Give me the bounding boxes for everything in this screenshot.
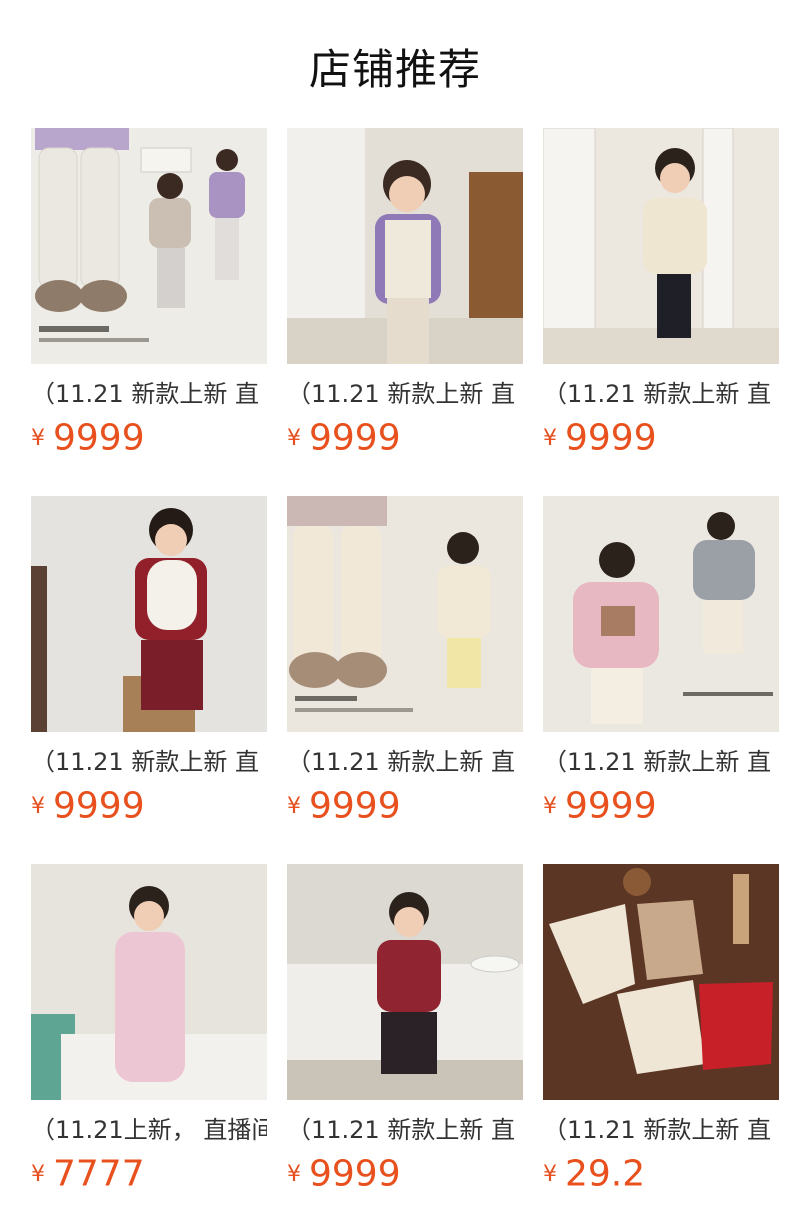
product-card[interactable]: （11.21 新款上新 直 ¥9999 bbox=[543, 496, 779, 828]
currency-symbol: ¥ bbox=[287, 1161, 301, 1187]
product-name[interactable]: （11.21 新款上新 直 bbox=[287, 1114, 523, 1146]
product-price: ¥29.2 bbox=[543, 1152, 779, 1196]
product-card[interactable]: （11.21 新款上新 直 ¥9999 bbox=[31, 128, 267, 460]
product-name[interactable]: （11.21 新款上新 直 bbox=[287, 746, 523, 778]
currency-symbol: ¥ bbox=[543, 425, 557, 451]
currency-symbol: ¥ bbox=[31, 1161, 45, 1187]
price-value: 9999 bbox=[53, 785, 145, 827]
product-image[interactable] bbox=[287, 496, 523, 732]
price-value: 9999 bbox=[53, 417, 145, 459]
product-image[interactable] bbox=[543, 864, 779, 1100]
product-name[interactable]: （11.21 新款上新 直 bbox=[31, 746, 267, 778]
product-price: ¥9999 bbox=[287, 416, 523, 460]
product-price: ¥9999 bbox=[31, 416, 267, 460]
product-image[interactable] bbox=[287, 864, 523, 1100]
price-value: 9999 bbox=[565, 417, 657, 459]
product-card[interactable]: （11.21 新款上新 直 ¥9999 bbox=[287, 864, 523, 1196]
product-card[interactable]: （11.21 新款上新 直 ¥29.2 bbox=[543, 864, 779, 1196]
product-name[interactable]: （11.21 新款上新 直 bbox=[287, 378, 523, 410]
product-image[interactable] bbox=[31, 128, 267, 364]
page-title: 店铺推荐 bbox=[308, 45, 481, 94]
product-image[interactable] bbox=[543, 128, 779, 364]
price-value: 9999 bbox=[309, 1153, 401, 1195]
price-value: 9999 bbox=[309, 785, 401, 827]
product-price: ¥9999 bbox=[31, 784, 267, 828]
product-image[interactable] bbox=[31, 496, 267, 732]
price-value: 9999 bbox=[565, 785, 657, 827]
currency-symbol: ¥ bbox=[543, 1161, 557, 1187]
product-name[interactable]: （11.21 新款上新 直 bbox=[543, 746, 779, 778]
product-price: ¥9999 bbox=[287, 784, 523, 828]
product-image[interactable] bbox=[543, 496, 779, 732]
product-card[interactable]: （11.21 新款上新 直 ¥9999 bbox=[287, 128, 523, 460]
product-name[interactable]: （11.21上新， 直播间 bbox=[31, 1114, 267, 1146]
product-price: ¥9999 bbox=[287, 1152, 523, 1196]
product-card[interactable]: （11.21 新款上新 直 ¥9999 bbox=[31, 496, 267, 828]
product-image[interactable] bbox=[31, 864, 267, 1100]
product-card[interactable]: （11.21 新款上新 直 ¥9999 bbox=[287, 496, 523, 828]
product-card[interactable]: （11.21 新款上新 直 ¥9999 bbox=[543, 128, 779, 460]
product-price: ¥9999 bbox=[543, 784, 779, 828]
currency-symbol: ¥ bbox=[543, 793, 557, 819]
product-image[interactable] bbox=[287, 128, 523, 364]
currency-symbol: ¥ bbox=[287, 793, 301, 819]
currency-symbol: ¥ bbox=[31, 425, 45, 451]
product-price: ¥7777 bbox=[31, 1152, 267, 1196]
price-value: 29.2 bbox=[565, 1153, 646, 1195]
product-name[interactable]: （11.21 新款上新 直 bbox=[543, 378, 779, 410]
product-name[interactable]: （11.21 新款上新 直 bbox=[31, 378, 267, 410]
product-card[interactable]: （11.21上新， 直播间 ¥7777 bbox=[31, 864, 267, 1196]
product-name[interactable]: （11.21 新款上新 直 bbox=[543, 1114, 779, 1146]
currency-symbol: ¥ bbox=[287, 425, 301, 451]
price-value: 7777 bbox=[53, 1153, 145, 1195]
price-value: 9999 bbox=[309, 417, 401, 459]
currency-symbol: ¥ bbox=[31, 793, 45, 819]
product-price: ¥9999 bbox=[543, 416, 779, 460]
